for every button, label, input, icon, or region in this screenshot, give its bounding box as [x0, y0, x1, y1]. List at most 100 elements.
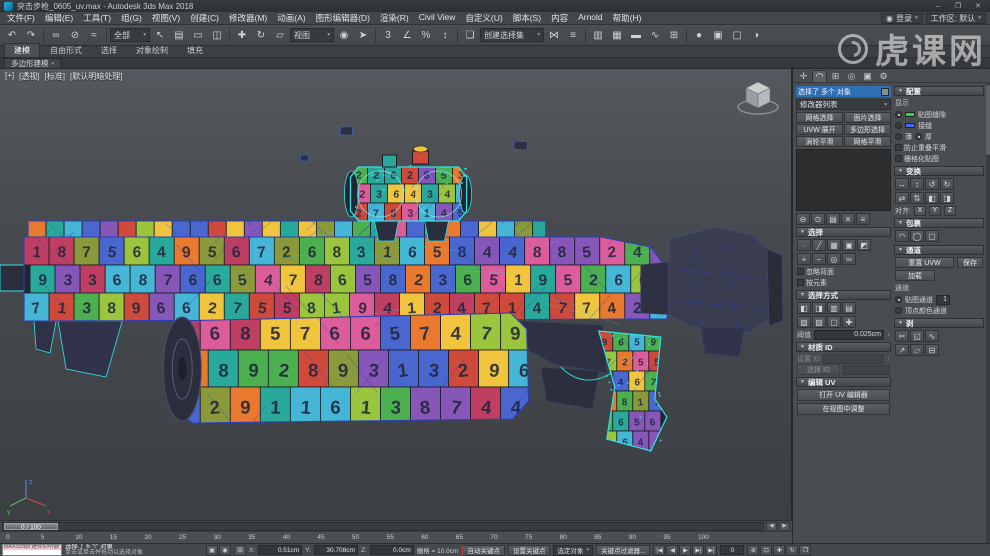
planar-threshold-icon[interactable]: ◩ [857, 239, 871, 251]
maximize-button[interactable]: ❐ [950, 2, 966, 10]
timeline-tick[interactable]: 45 [317, 534, 324, 541]
workspace-selector[interactable]: 工作区: 默认 ▾ [925, 12, 986, 24]
percent-snap-toggle-icon[interactable]: % [417, 27, 435, 44]
timeline-tick[interactable]: 15 [110, 534, 117, 541]
wrap-cylinder-icon[interactable]: ◠ [895, 230, 909, 242]
coordinate-x-field[interactable]: 0.51cm [258, 545, 303, 555]
timeline-tick[interactable]: 0 [6, 534, 10, 541]
menu-编辑E[interactable]: 编辑(E) [40, 12, 78, 24]
align-icon[interactable]: ≡ [564, 27, 582, 44]
object-name-field[interactable]: 选择了 多个 对象 [796, 86, 891, 97]
snaps-toggle-icon[interactable]: 3 [379, 27, 397, 44]
ribbon-tab-对象绘制[interactable]: 对象绘制 [127, 44, 177, 57]
configure-modifier-sets-icon[interactable]: ≡ [856, 213, 870, 225]
mirror-icon[interactable]: ⋈ [545, 27, 563, 44]
menu-帮助H[interactable]: 帮助(H) [608, 12, 647, 24]
timeline-tick[interactable]: 100 [698, 534, 709, 541]
vertex-sub-object-icon[interactable]: ∙ [797, 239, 811, 251]
absolute-mode-toggle[interactable]: ⊞ [234, 544, 246, 556]
zoom-extents-icon[interactable]: ⊡ [760, 544, 773, 556]
align-z-button[interactable]: Z [943, 205, 956, 216]
edit-seams-icon[interactable]: ∿ [925, 330, 939, 342]
ribbon-toggle-icon[interactable]: ▬ [627, 27, 645, 44]
wrap-sphere-icon[interactable]: ◯ [910, 230, 924, 242]
timeline-tick[interactable]: 80 [560, 534, 567, 541]
bind-to-space-warp-icon[interactable]: ≈ [85, 27, 103, 44]
timeline-tick[interactable]: 50 [352, 534, 359, 541]
open-uv-editor-button[interactable]: 打开 UV 编辑器 [797, 389, 890, 401]
current-frame-field[interactable]: 0 [720, 545, 745, 555]
select-by-element-checkbox[interactable]: 按元素 [797, 278, 890, 287]
remove-modifier-icon[interactable]: ✕ [841, 213, 855, 225]
timeline-tick[interactable]: 55 [387, 534, 394, 541]
menu-视图V[interactable]: 视图(V) [147, 12, 185, 24]
transform-rollout-header[interactable]: ▼ 变换 [894, 166, 984, 176]
reset-uvw-button[interactable]: 重置 UVW [895, 257, 954, 268]
flip-horizontal-icon[interactable]: ⇄ [895, 192, 909, 204]
menu-内容[interactable]: 内容 [546, 12, 573, 24]
select-by-edge-angle-icon[interactable]: ▨ [797, 316, 811, 328]
peel-seams-option[interactable]: 接缝 [895, 121, 983, 130]
play-icon[interactable]: ▶ [679, 544, 692, 556]
zoom-icon[interactable]: ⊕ [747, 544, 760, 556]
go-to-start-icon[interactable]: |◀ [653, 544, 666, 556]
modifier-button-涡轮平滑[interactable]: 涡轮平滑 [796, 136, 843, 147]
timeline-tick[interactable]: 65 [456, 534, 463, 541]
select-by-planar-icon[interactable]: ◧ [797, 302, 811, 314]
track-bar[interactable]: 0 5 10 15 20 25 30 35 40 45 50 55 60 65 70 75 80 85 90 95 10… [0, 531, 792, 543]
move-horizontal-icon[interactable]: ↔ [895, 178, 909, 190]
timeline-tick[interactable]: 90 [629, 534, 636, 541]
rotate-ccw-icon[interactable]: ↺ [925, 178, 939, 190]
select-and-manipulate-icon[interactable]: ➤ [354, 27, 372, 44]
ribbon-tab-填充[interactable]: 填充 [178, 44, 212, 57]
viewport-menu-shading[interactable]: [默认明暗处理] [70, 71, 122, 82]
timeline-tick[interactable]: 35 [248, 534, 255, 541]
select-and-move-icon[interactable]: ✚ [233, 27, 251, 44]
timeline-tick[interactable]: 5 [41, 534, 45, 541]
auto-key-button[interactable]: 自动关键点 [461, 544, 505, 556]
modifier-list-dropdown[interactable]: 修改器列表 ▾ [796, 99, 891, 110]
minimize-button[interactable]: – [930, 3, 946, 10]
reference-coordinate-combo[interactable]: 视图 ▾ [290, 28, 334, 42]
next-frame-icon[interactable]: ▶| [692, 544, 705, 556]
select-by-rect-icon[interactable]: ▢ [827, 316, 841, 328]
material-editor-icon[interactable]: ● [690, 27, 708, 44]
configure-rollout-header[interactable]: ▼ 配置 [894, 86, 984, 96]
edit-named-selection-sets-icon[interactable]: ❏ [461, 27, 479, 44]
map-seams-color-swatch[interactable] [905, 112, 915, 117]
menu-组G[interactable]: 组(G) [116, 12, 147, 24]
timeline-tick[interactable]: 20 [144, 534, 151, 541]
previous-frame-icon[interactable]: ◀ [666, 544, 679, 556]
layer-explorer-icon[interactable]: ▦ [608, 27, 626, 44]
viewport-menu-pov[interactable]: [透视] [19, 71, 39, 82]
perspective-viewport[interactable]: [+] [透视] [标准] [默认明暗处理] 18756495672683165… [0, 69, 792, 520]
load-uvw-button[interactable]: 加载 [895, 270, 935, 281]
menu-自定义U[interactable]: 自定义(U) [460, 12, 507, 24]
vertex-color-option[interactable]: 顶点颜色通道 [895, 306, 983, 315]
timeline-tick[interactable]: 30 [214, 534, 221, 541]
select-by-material-icon[interactable]: ▤ [842, 302, 856, 314]
spinner-snap-toggle-icon[interactable]: ↕ [436, 27, 454, 44]
angle-snap-toggle-icon[interactable]: ∠ [398, 27, 416, 44]
time-slider-handle[interactable]: 0 / 100 [4, 522, 58, 531]
prevent-overlap-checkbox[interactable]: 防止重叠平滑 [895, 143, 983, 152]
render-production-icon[interactable]: ◑ [747, 27, 765, 44]
select-by-rollout-header[interactable]: ▼ 选择方式 [796, 290, 891, 300]
tweak-in-view-button[interactable]: 在视图中调整 [797, 403, 890, 415]
edge-sub-object-icon[interactable]: ╱ [812, 239, 826, 251]
map-seams-option[interactable]: 贴图缝隙 [895, 110, 983, 119]
modifier-button-多边形选择[interactable]: 多边形选择 [844, 124, 891, 135]
coordinate-y-field[interactable]: 30.708cm [313, 545, 358, 555]
thick-radio[interactable] [915, 133, 922, 140]
redo-icon[interactable]: ↷ [22, 27, 40, 44]
next-key-icon[interactable]: ▶ [779, 521, 790, 531]
select-id-field[interactable] [843, 364, 890, 375]
reset-peel-icon[interactable]: ⊟ [925, 344, 939, 356]
motion-tab[interactable]: ◎ [844, 70, 859, 82]
viewport-menu-standard[interactable]: [标准] [45, 71, 65, 82]
align-x-button[interactable]: X [913, 205, 926, 216]
timeline-tick[interactable]: 75 [525, 534, 532, 541]
undo-icon[interactable]: ↶ [3, 27, 21, 44]
wrap-box-icon[interactable]: ▢ [925, 230, 939, 242]
window-crossing-icon[interactable]: ◫ [208, 27, 226, 44]
